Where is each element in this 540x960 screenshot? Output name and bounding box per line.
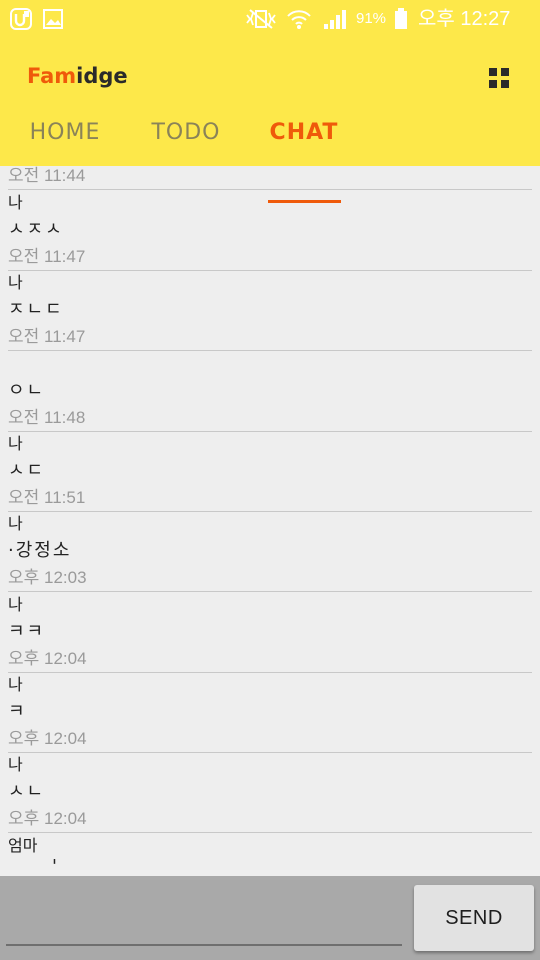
list-item: 엄마 '	[0, 834, 540, 876]
message-time: 오전 11:44	[8, 166, 86, 185]
gallery-icon	[43, 9, 63, 29]
vibrate-mute-icon	[246, 9, 276, 29]
grid-icon[interactable]	[484, 64, 514, 94]
tab-todo[interactable]: TODO	[142, 116, 230, 164]
message-time: 오후 12:03	[8, 568, 87, 587]
battery-percent: 91%	[356, 10, 387, 27]
signal-icon	[324, 10, 346, 29]
message-sender: 나	[8, 434, 23, 453]
message-body: ㅅㄷ	[8, 460, 46, 481]
message-sender: 나	[8, 514, 23, 533]
message-sender: 나	[8, 193, 23, 212]
divider	[8, 832, 532, 833]
tab-bar: HOME TODO CHAT	[0, 116, 540, 203]
logo-text-idge: idge	[76, 64, 128, 88]
list-item: 오전 11:44	[0, 166, 540, 190]
send-button[interactable]: SEND	[414, 885, 534, 951]
list-item: 나 ㅅㄷ 오전 11:51	[0, 432, 540, 512]
message-input[interactable]	[6, 888, 402, 946]
tab-home[interactable]: HOME	[20, 116, 110, 164]
divider	[8, 350, 532, 351]
message-time: 오후 12:04	[8, 809, 87, 828]
message-body: '	[52, 856, 59, 876]
list-item: 나 ㅈㄴㄷ 오전 11:47	[0, 271, 540, 351]
message-composer: SEND	[0, 876, 540, 960]
app-bar: Famidge HOME TODO CHAT	[0, 38, 540, 203]
chat-message-list[interactable]: 오전 11:44 나 ㅅㅈㅅ 오전 11:47 나 ㅈㄴㄷ 오전 11:47 ㅇ…	[0, 166, 540, 876]
message-body: ㅇㄴ	[8, 380, 46, 401]
tab-chat[interactable]: CHAT	[262, 116, 346, 164]
message-sender: 나	[8, 675, 23, 694]
message-body: ㅈㄴㄷ	[8, 299, 64, 320]
message-sender: 나	[8, 595, 23, 614]
divider	[8, 189, 532, 190]
message-body: ㅋㅋ	[8, 621, 46, 642]
logo-text-fam: Fam	[27, 64, 77, 88]
message-time: 오전 11:47	[8, 327, 86, 346]
chat-screen: 91% 오후 12:27 Famidge HOME TODO CHAT 오전 1…	[0, 0, 540, 960]
app-logo: Famidge	[27, 62, 128, 90]
u-plus-icon	[10, 8, 32, 30]
message-time: 오전 11:48	[8, 408, 86, 427]
message-body: ㅅㅈㅅ	[8, 219, 64, 240]
list-item: 나 ㅅㅈㅅ 오전 11:47	[0, 191, 540, 271]
message-body: ㅅㄴ	[8, 781, 46, 802]
message-sender: 나	[8, 755, 23, 774]
message-time: 오후 12:04	[8, 649, 87, 668]
list-item: ㅇㄴ 오전 11:48	[0, 352, 540, 432]
status-clock: 오후 12:27	[418, 8, 511, 30]
message-time: 오전 11:47	[8, 247, 86, 266]
message-sender: 나	[8, 273, 23, 292]
message-body: ㅋ	[8, 701, 27, 722]
message-body: ·강정소	[8, 540, 72, 561]
list-item: 나 ㅋ 오후 12:04	[0, 673, 540, 753]
message-time: 오후 12:04	[8, 729, 87, 748]
divider	[8, 591, 532, 592]
message-time: 오전 11:51	[8, 488, 86, 507]
list-item: 나 ㅅㄴ 오후 12:04	[0, 753, 540, 833]
list-item: 나 ㅋㅋ 오후 12:04	[0, 593, 540, 673]
status-bar: 91% 오후 12:27	[0, 0, 540, 38]
list-item: 나 ·강정소 오후 12:03	[0, 512, 540, 592]
message-sender: 엄마	[8, 836, 38, 855]
wifi-icon	[287, 10, 311, 29]
battery-icon	[395, 8, 407, 29]
